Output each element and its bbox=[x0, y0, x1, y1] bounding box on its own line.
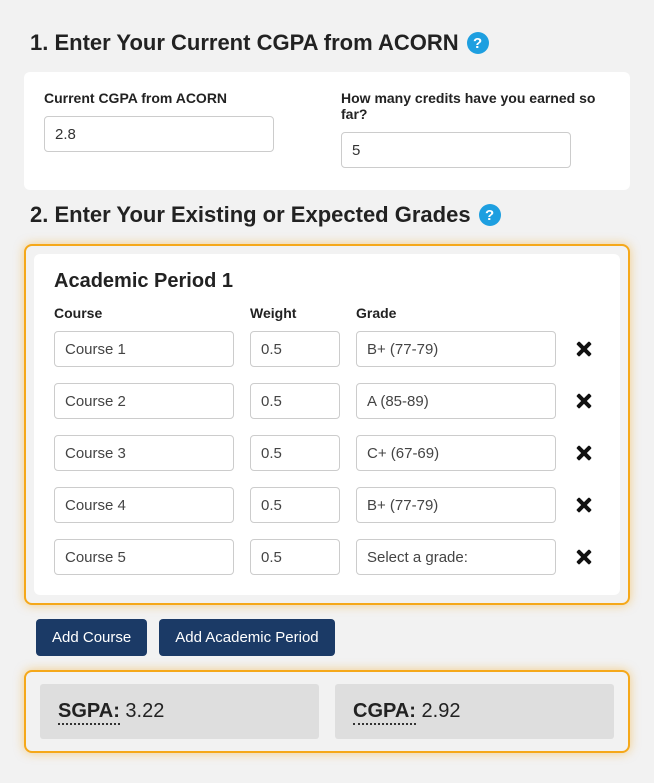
weight-input[interactable] bbox=[250, 331, 340, 367]
cgpa-value: 2.92 bbox=[422, 700, 461, 722]
credits-input[interactable] bbox=[341, 132, 571, 168]
grades-highlight: Academic Period 1 Course Weight Grade bbox=[24, 244, 630, 605]
help-icon[interactable]: ? bbox=[479, 204, 501, 226]
grades-row bbox=[54, 331, 600, 367]
remove-row-button[interactable] bbox=[572, 493, 596, 517]
academic-period-title: Academic Period 1 bbox=[54, 270, 600, 293]
sgpa-value: 3.22 bbox=[125, 700, 164, 722]
cgpa-field: Current CGPA from ACORN bbox=[44, 90, 313, 168]
grade-select[interactable] bbox=[356, 539, 556, 575]
cgpa-label: CGPA: bbox=[353, 700, 416, 725]
grades-row bbox=[54, 435, 600, 471]
weight-input[interactable] bbox=[250, 487, 340, 523]
weight-input[interactable] bbox=[250, 435, 340, 471]
sgpa-label: SGPA: bbox=[58, 700, 120, 725]
course-input[interactable] bbox=[54, 383, 234, 419]
header-course: Course bbox=[54, 305, 234, 321]
grade-select[interactable] bbox=[356, 331, 556, 367]
grades-row bbox=[54, 539, 600, 575]
grades-actions: Add Course Add Academic Period bbox=[36, 619, 634, 656]
weight-input[interactable] bbox=[250, 539, 340, 575]
results-highlight: SGPA: 3.22 CGPA: 2.92 bbox=[24, 670, 630, 753]
remove-row-button[interactable] bbox=[572, 545, 596, 569]
credits-label: How many credits have you earned so far? bbox=[341, 90, 610, 122]
cgpa-result: CGPA: 2.92 bbox=[335, 684, 614, 739]
remove-row-button[interactable] bbox=[572, 337, 596, 361]
course-input[interactable] bbox=[54, 539, 234, 575]
section-2-title-text: 2. Enter Your Existing or Expected Grade… bbox=[30, 202, 471, 228]
course-input[interactable] bbox=[54, 487, 234, 523]
course-input[interactable] bbox=[54, 331, 234, 367]
section-1-title-text: 1. Enter Your Current CGPA from ACORN bbox=[30, 30, 459, 56]
grade-select[interactable] bbox=[356, 487, 556, 523]
grade-select[interactable] bbox=[356, 383, 556, 419]
credits-field: How many credits have you earned so far? bbox=[341, 90, 610, 168]
cgpa-label: Current CGPA from ACORN bbox=[44, 90, 313, 106]
add-course-button[interactable]: Add Course bbox=[36, 619, 147, 656]
section-2-title: 2. Enter Your Existing or Expected Grade… bbox=[30, 202, 634, 228]
header-weight: Weight bbox=[250, 305, 340, 321]
cgpa-input[interactable] bbox=[44, 116, 274, 152]
academic-period-card: Academic Period 1 Course Weight Grade bbox=[34, 254, 620, 595]
grades-row bbox=[54, 383, 600, 419]
grade-select[interactable] bbox=[356, 435, 556, 471]
current-cgpa-card: Current CGPA from ACORN How many credits… bbox=[24, 72, 630, 190]
add-academic-period-button[interactable]: Add Academic Period bbox=[159, 619, 334, 656]
course-input[interactable] bbox=[54, 435, 234, 471]
remove-row-button[interactable] bbox=[572, 441, 596, 465]
sgpa-result: SGPA: 3.22 bbox=[40, 684, 319, 739]
remove-row-button[interactable] bbox=[572, 389, 596, 413]
grades-header-row: Course Weight Grade bbox=[54, 305, 600, 321]
header-grade: Grade bbox=[356, 305, 556, 321]
weight-input[interactable] bbox=[250, 383, 340, 419]
grades-row bbox=[54, 487, 600, 523]
help-icon[interactable]: ? bbox=[467, 32, 489, 54]
section-1-title: 1. Enter Your Current CGPA from ACORN ? bbox=[30, 30, 634, 56]
